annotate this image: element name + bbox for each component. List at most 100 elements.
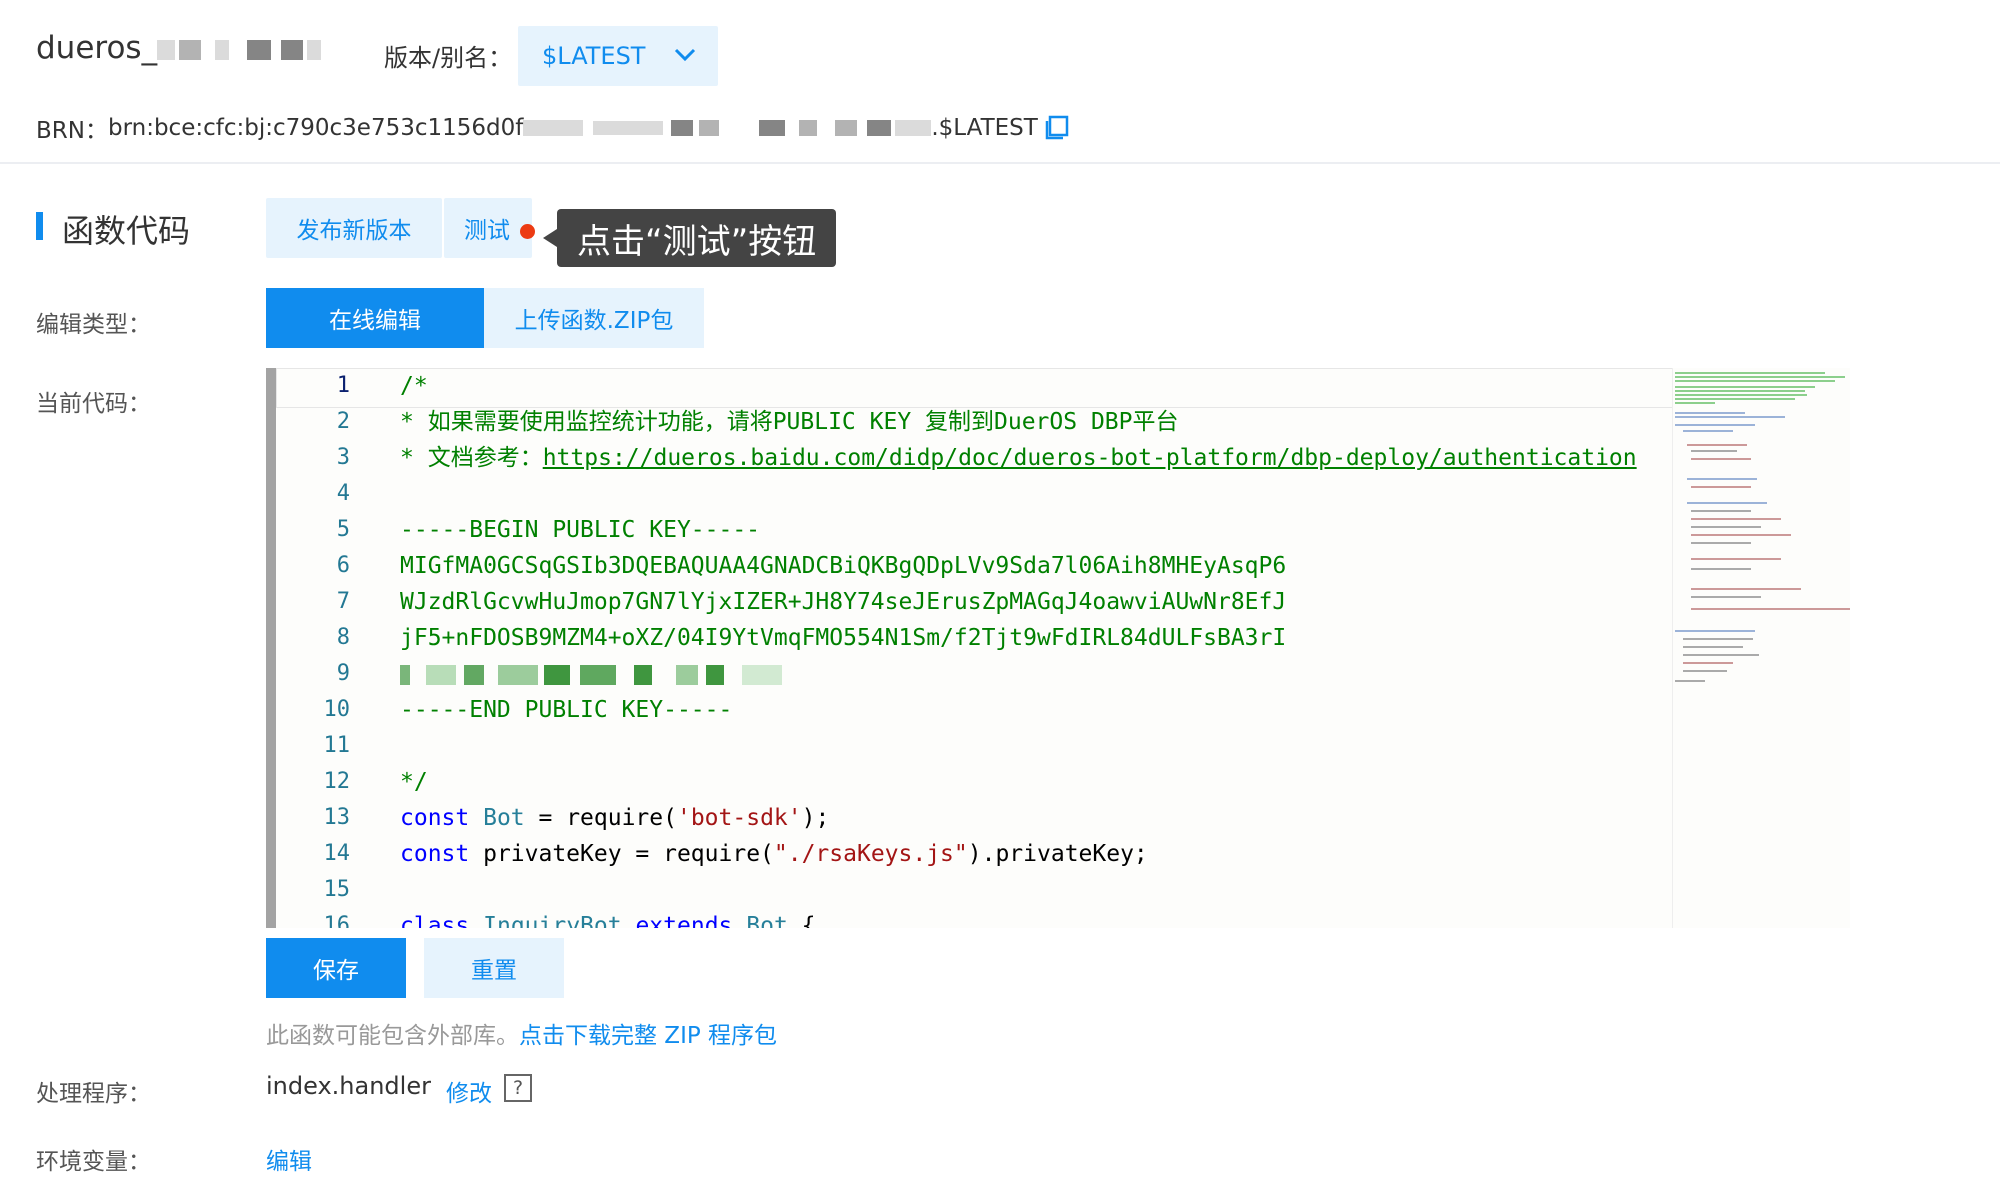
section-title: 函数代码: [62, 212, 191, 250]
section-accent-bar: [36, 212, 43, 240]
function-name: dueros_: [36, 30, 322, 66]
redacted-text: [215, 39, 230, 60]
code-text: );: [801, 805, 830, 831]
line-number: 3: [336, 445, 350, 470]
code-text: ).privateKey;: [967, 841, 1148, 867]
line-number: 1: [336, 373, 350, 398]
code-line: const Bot = require('bot-sdk');: [400, 800, 1850, 836]
test-tooltip: 点击“测试”按钮: [557, 209, 837, 267]
redacted-text: [307, 39, 322, 60]
download-zip-link[interactable]: 点击下载完整 ZIP 程序包: [519, 1023, 777, 1049]
chevron-down-icon: [674, 47, 696, 66]
redacted-text: [544, 664, 570, 685]
handler-edit-link[interactable]: 修改: [446, 1074, 492, 1108]
tooltip-arrow: [543, 229, 557, 247]
line-number: 2: [336, 409, 350, 434]
code-line: MIGfMA0GCSqGSIb3DQEBAQUAA4GNADCBiQKBgQDp…: [400, 553, 1287, 579]
line-number: 6: [336, 553, 350, 578]
brn-suffix: .$LATEST: [931, 115, 1038, 141]
redacted-text: [706, 664, 724, 685]
line-number: 16: [323, 913, 351, 928]
save-button[interactable]: 保存: [266, 938, 406, 998]
code-string: "./rsaKeys.js": [773, 841, 968, 867]
copy-icon[interactable]: [1044, 115, 1070, 141]
code-line: WJzdRlGcvwHuJmop7GN7lYjxIZER+JH8Y74seJEr…: [400, 589, 1287, 615]
tab-online-edit[interactable]: 在线编辑: [266, 288, 484, 348]
code-line: */: [400, 769, 428, 795]
code-line: /*: [400, 373, 428, 399]
code-type: Bot: [746, 913, 788, 928]
doc-link[interactable]: https://dueros.baidu.com/didp/doc/dueros…: [543, 445, 1637, 471]
header-divider: [0, 162, 2000, 164]
redacted-text: [593, 121, 664, 135]
line-number-gutter: 1 2 3 4 5 6 7 8 9 10 11 12 13 14 15 16: [276, 368, 366, 928]
line-number: 8: [336, 625, 350, 650]
code-line: * 文档参考：https://dueros.baidu.com/didp/doc…: [400, 440, 1850, 476]
redacted-text: [523, 120, 584, 136]
external-library-note-text: 此函数可能包含外部库。: [266, 1023, 519, 1049]
handler-label: 处理程序：: [36, 1081, 151, 1107]
code-keyword: const: [400, 841, 470, 867]
redacted-text: [835, 120, 858, 136]
brn-line: BRN： brn:bce:cfc:bj:c790c3e753c1156d0f .…: [36, 111, 1070, 145]
edit-type-label: 编辑类型：: [36, 312, 151, 338]
line-number: 14: [323, 841, 351, 866]
publish-version-button[interactable]: 发布新版本: [266, 198, 442, 258]
code-string: 'bot-sdk': [676, 805, 802, 831]
version-value: $LATEST: [542, 42, 646, 70]
redacted-text: [699, 120, 720, 136]
redacted-text: [464, 664, 484, 685]
tab-upload-zip[interactable]: 上传函数.ZIP包: [484, 288, 704, 348]
redacted-text: [671, 120, 694, 136]
test-button-label: 测试: [464, 218, 510, 244]
test-button[interactable]: 测试: [444, 198, 532, 258]
test-indicator-dot: [520, 224, 535, 239]
redacted-text: [676, 664, 698, 685]
env-vars-edit-link[interactable]: 编辑: [266, 1142, 312, 1176]
external-library-note: 此函数可能包含外部库。点击下载完整 ZIP 程序包: [266, 1016, 777, 1050]
code-text: privateKey = require(: [469, 841, 774, 867]
code-content[interactable]: /* * 如果需要使用监控统计功能，请将PUBLIC KEY 复制到DuerOS…: [400, 368, 1850, 928]
line-number: 11: [323, 733, 351, 758]
code-type: Bot: [483, 805, 525, 831]
editor-minimap[interactable]: [1672, 368, 1850, 928]
current-code-label: 当前代码：: [36, 391, 151, 417]
code-type: InquiryBot: [483, 913, 622, 928]
code-line: -----END PUBLIC KEY-----: [400, 697, 733, 723]
code-keyword: class: [400, 913, 470, 928]
redacted-text: [867, 120, 892, 136]
code-keyword: extends: [635, 913, 733, 928]
line-number: 7: [336, 589, 350, 614]
redacted-text: [759, 120, 786, 136]
version-select[interactable]: $LATEST: [518, 26, 718, 86]
code-text: {: [787, 913, 816, 928]
help-icon[interactable]: ?: [504, 1074, 532, 1102]
code-line: jF5+nFDOSB9MZM4+oXZ/04I9YtVmqFMO554N1Sm/…: [400, 625, 1287, 651]
redacted-text: [426, 664, 456, 685]
redacted-text: [179, 39, 202, 60]
handler-value: index.handler: [266, 1072, 431, 1100]
redacted-text: [799, 120, 818, 136]
redacted-text: [580, 664, 616, 685]
reset-button[interactable]: 重置: [424, 938, 564, 998]
line-number: 13: [323, 805, 351, 830]
code-line: -----BEGIN PUBLIC KEY-----: [400, 517, 761, 543]
brn-prefix: brn:bce:cfc:bj:c790c3e753c1156d0f: [107, 115, 524, 141]
redacted-text: [400, 664, 410, 685]
code-line: * 如果需要使用监控统计功能，请将PUBLIC KEY 复制到DuerOS DB…: [400, 409, 1179, 435]
version-label: 版本/别名：: [384, 44, 513, 72]
code-line: class InquiryBot extends Bot {: [400, 908, 1850, 928]
redacted-text: [634, 664, 652, 685]
line-number: 10: [323, 697, 351, 722]
line-number: 4: [336, 481, 350, 506]
redacted-text: [157, 39, 176, 60]
code-editor[interactable]: 1 2 3 4 5 6 7 8 9 10 11 12 13 14 15 16 /…: [266, 368, 1850, 928]
code-comment-text: * 文档参考：: [400, 445, 543, 471]
redacted-text: [247, 39, 272, 60]
code-keyword: const: [400, 805, 470, 831]
function-name-text: dueros_: [36, 30, 158, 66]
editor-left-bar: [266, 368, 276, 928]
code-line: const privateKey = require("./rsaKeys.js…: [400, 836, 1850, 872]
